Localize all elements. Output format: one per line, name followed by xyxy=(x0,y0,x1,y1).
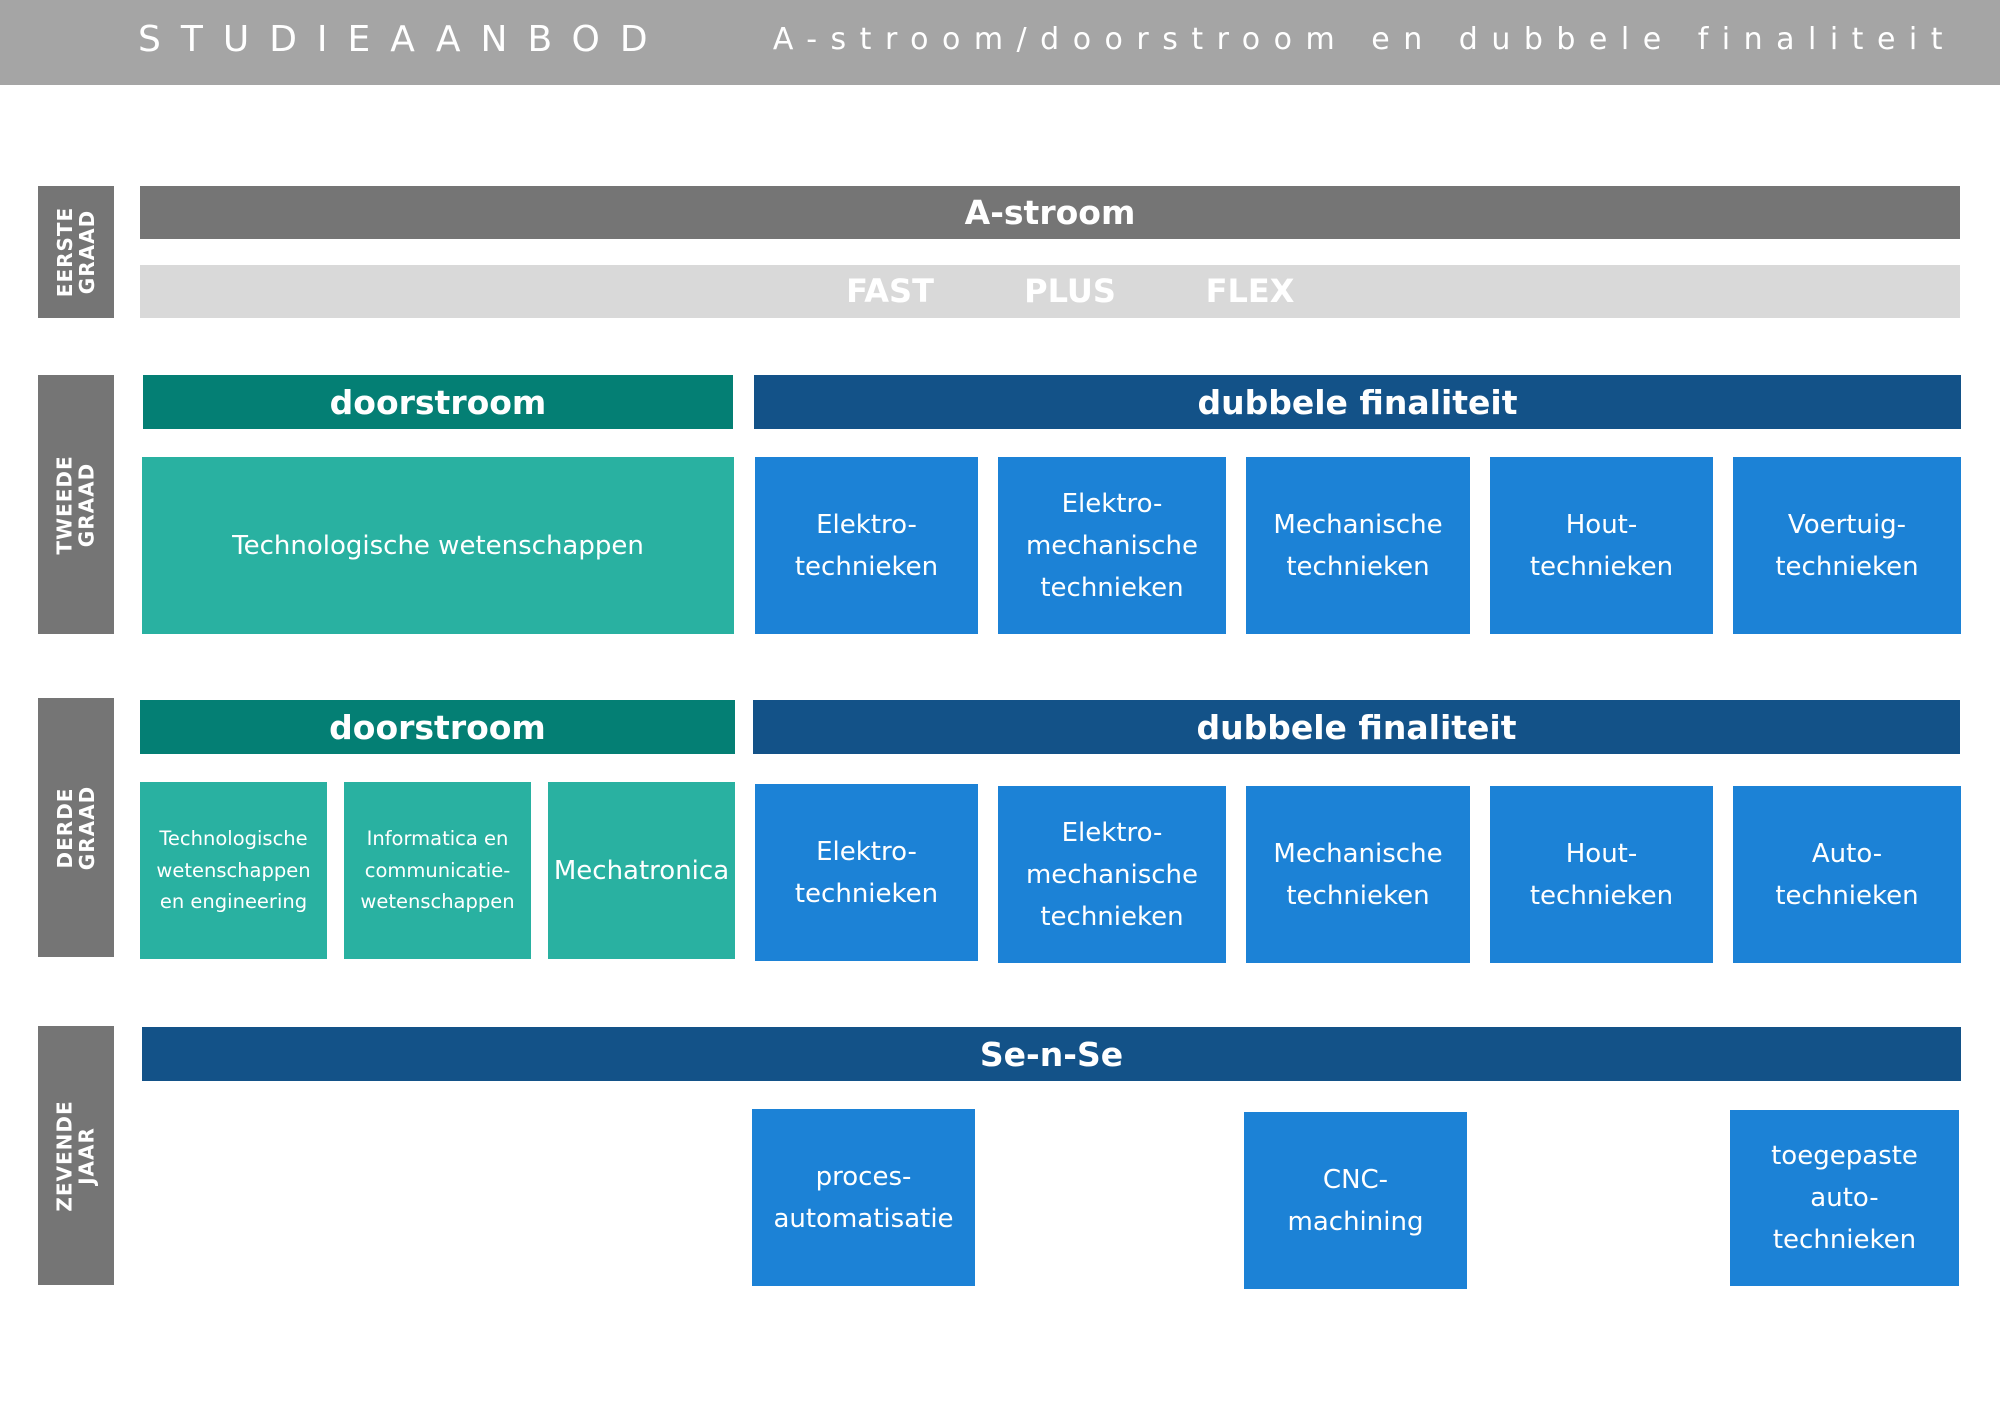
dubbele-finaliteit-bar-derde: dubbele finaliteit xyxy=(753,700,1960,754)
box-cnc-machining: CNC- machining xyxy=(1244,1112,1467,1289)
side-label-text: DERDE GRAAD xyxy=(53,785,99,870)
box-elektromechanische-technieken: Elektro- mechanische technieken xyxy=(998,786,1226,963)
box-voertuigtechnieken: Voertuig- technieken xyxy=(1733,457,1961,634)
doorstroom-label: doorstroom xyxy=(329,707,546,747)
side-label-derde-graad: DERDE GRAAD xyxy=(38,698,114,957)
option-flex: FLEX xyxy=(1205,272,1295,310)
box-technologische-wetenschappen-engineering: Technologische wetenschappen en engineer… xyxy=(140,782,327,959)
side-label-text: EERSTE GRAAD xyxy=(53,206,99,298)
dubbele-finaliteit-bar-tweede: dubbele finaliteit xyxy=(754,375,1961,429)
side-label-tweede-graad: TWEEDE GRAAD xyxy=(38,375,114,634)
box-autotechnieken: Auto- technieken xyxy=(1733,786,1961,963)
header-bar: STUDIEAANBOD A-stroom/doorstroom en dubb… xyxy=(0,0,2000,85)
side-label-text: TWEEDE GRAAD xyxy=(53,454,100,555)
dubbele-finaliteit-label: dubbele finaliteit xyxy=(1196,707,1517,747)
a-stroom-bar: A-stroom xyxy=(140,186,1960,239)
se-n-se-bar: Se-n-Se xyxy=(142,1027,1961,1081)
doorstroom-bar-tweede: doorstroom xyxy=(143,375,733,429)
box-technologische-wetenschappen: Technologische wetenschappen xyxy=(142,457,734,634)
side-label-text: ZEVENDE JAAR xyxy=(53,1099,99,1212)
box-procesautomatisatie: proces- automatisatie xyxy=(752,1109,975,1286)
box-mechanische-technieken: Mechanische technieken xyxy=(1246,457,1470,634)
box-houttechnieken: Hout- technieken xyxy=(1490,786,1713,963)
box-mechanische-technieken: Mechanische technieken xyxy=(1246,786,1470,963)
page-subtitle: A-stroom/doorstroom en dubbele finalitei… xyxy=(772,22,1956,57)
box-elektrotechnieken: Elektro- technieken xyxy=(755,784,978,961)
doorstroom-bar-derde: doorstroom xyxy=(140,700,735,754)
box-informatica-communicatiewetenschappen: Informatica en communicatie- wetenschapp… xyxy=(344,782,531,959)
option-fast: FAST xyxy=(846,272,934,310)
side-label-eerste-graad: EERSTE GRAAD xyxy=(38,186,114,318)
box-toegepaste-autotechnieken: toegepaste auto- technieken xyxy=(1730,1110,1959,1286)
a-stroom-label: A-stroom xyxy=(964,193,1136,232)
box-houttechnieken: Hout- technieken xyxy=(1490,457,1713,634)
box-elektromechanische-technieken: Elektro- mechanische technieken xyxy=(998,457,1226,634)
options-bar: FAST PLUS FLEX xyxy=(140,265,1960,318)
se-n-se-label: Se-n-Se xyxy=(979,1034,1124,1074)
doorstroom-label: doorstroom xyxy=(329,382,547,422)
box-mechatronica: Mechatronica xyxy=(548,782,735,959)
dubbele-finaliteit-label: dubbele finaliteit xyxy=(1197,382,1518,422)
box-elektrotechnieken: Elektro- technieken xyxy=(755,457,978,634)
option-plus: PLUS xyxy=(1024,272,1116,310)
page-title: STUDIEAANBOD xyxy=(138,19,668,60)
side-label-zevende-jaar: ZEVENDE JAAR xyxy=(38,1026,114,1285)
